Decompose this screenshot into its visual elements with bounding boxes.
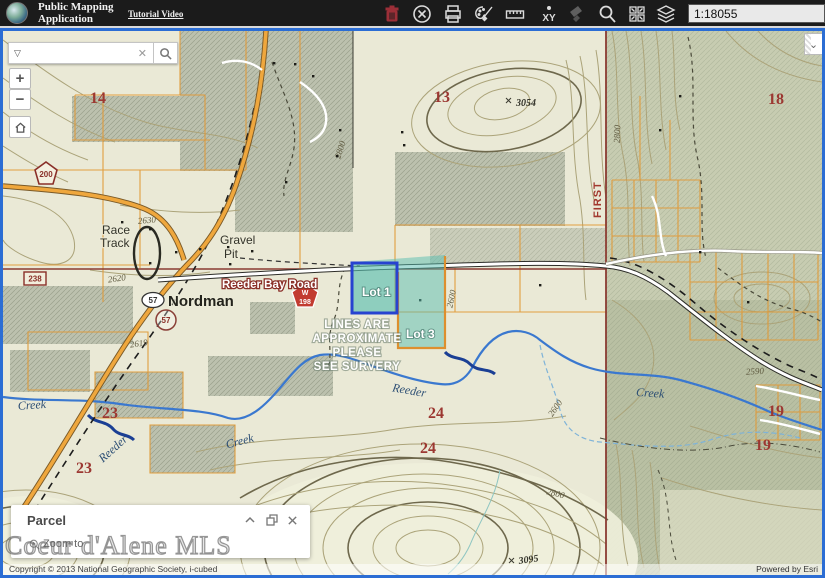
shield-w198-letter: W — [302, 290, 309, 297]
spot-elevation: 3054 — [515, 98, 536, 109]
contour-label: 2630 — [137, 214, 156, 226]
public-mapping-application: Public Mapping Application Tutorial Vide… — [0, 0, 825, 578]
contour-label: 2590 — [746, 365, 765, 376]
print-icon[interactable] — [442, 3, 464, 25]
copyright-text: Copyright © 2013 National Geographic Soc… — [9, 564, 217, 575]
survey-note-line: APPROXIMATE — [313, 333, 402, 345]
shield-200: 200 — [39, 170, 53, 179]
section-number: 23 — [76, 460, 92, 477]
zoom-to-label: Zoom to — [43, 538, 83, 550]
contour-label: 2800 — [612, 124, 623, 143]
draw-icon[interactable] — [473, 3, 495, 25]
svg-text:XY: XY — [542, 13, 556, 24]
search-submit-button[interactable] — [154, 42, 178, 64]
town-label: Nordman — [168, 293, 234, 310]
search-input[interactable] — [26, 45, 132, 61]
panel-collapse-tab[interactable]: ⌄ — [804, 33, 822, 55]
app-logo-icon — [6, 2, 28, 24]
scale-input[interactable] — [688, 4, 825, 23]
panel-collapse-icon[interactable] — [242, 512, 258, 528]
search-box: ▽ ✕ — [8, 42, 154, 64]
section-number: 24 — [428, 405, 444, 422]
home-extent-button[interactable] — [9, 116, 31, 138]
app-title: Public Mapping Application — [38, 1, 114, 25]
tutorial-video-link[interactable]: Tutorial Video — [128, 9, 183, 19]
xy-coordinates-icon[interactable]: XY — [538, 3, 560, 25]
shield-57: 57 — [149, 296, 158, 305]
place-label: Pit — [224, 247, 239, 261]
section-number: 14 — [90, 90, 106, 107]
attribution-bar: Copyright © 2013 National Geographic Soc… — [3, 564, 822, 575]
boundary-label: FIRST — [592, 181, 604, 218]
app-title-line2: Application — [38, 13, 114, 25]
zoom-out-button[interactable]: − — [9, 89, 31, 110]
shield-238: 238 — [28, 275, 42, 284]
search-icon — [159, 47, 172, 60]
section-number: 24 — [420, 440, 436, 457]
close-circle-icon[interactable] — [411, 3, 433, 25]
section-number: 13 — [434, 89, 450, 106]
trash-icon[interactable] — [381, 3, 403, 25]
survey-note-line: LINES ARE — [324, 319, 389, 331]
place-label: Race — [102, 223, 130, 237]
lot-1-label: Lot 1 — [362, 285, 391, 299]
shield-w198-number: 198 — [299, 299, 311, 306]
map-container: 200 238 57 57 W 198 14 13 18 2 — [0, 28, 825, 578]
collapse-tab-stripes — [805, 34, 811, 54]
panel-close-icon[interactable] — [284, 512, 300, 528]
measure-icon[interactable] — [504, 3, 526, 25]
survey-note-line: SEE SURVERY — [314, 361, 401, 373]
search-clear-icon[interactable]: ✕ — [132, 47, 153, 60]
map-canvas[interactable]: 200 238 57 57 W 198 14 13 18 2 — [3, 31, 822, 575]
section-number: 19 — [755, 437, 771, 454]
zoom-to-icon — [29, 539, 40, 550]
shield-57b: 57 — [162, 316, 171, 325]
search-widget: ▽ ✕ — [8, 42, 178, 64]
layers-icon[interactable] — [655, 3, 677, 25]
home-icon — [14, 121, 27, 134]
search-source-dropdown-icon[interactable]: ▽ — [9, 48, 26, 59]
extents-icon[interactable] — [626, 3, 648, 25]
survey-note-line: PLEASE — [332, 347, 381, 359]
section-number: 18 — [768, 91, 784, 108]
creek-label: Creek — [636, 385, 666, 401]
zoom-in-button[interactable]: + — [9, 68, 31, 89]
identify-icon[interactable] — [566, 3, 588, 25]
zoom-to-link[interactable]: Zoom to — [29, 538, 83, 550]
road-label: Reeder Bay Road — [222, 279, 317, 291]
place-label: Track — [100, 236, 131, 250]
toolbar: Public Mapping Application Tutorial Vide… — [0, 0, 825, 26]
section-number: 19 — [768, 403, 784, 420]
panel-popout-icon[interactable] — [264, 512, 280, 528]
lot-3-label: Lot 3 — [406, 327, 435, 341]
powered-by-text: Powered by Esri — [756, 564, 818, 575]
search-tool-icon[interactable] — [596, 3, 618, 25]
place-label: Gravel — [220, 233, 255, 247]
section-number: 23 — [102, 405, 118, 422]
app-title-line1: Public Mapping — [38, 1, 114, 13]
parcel-panel: Parcel Zoom to — [11, 505, 310, 558]
creek-label: Creek — [17, 397, 47, 413]
parcel-panel-title: Parcel — [27, 513, 66, 528]
